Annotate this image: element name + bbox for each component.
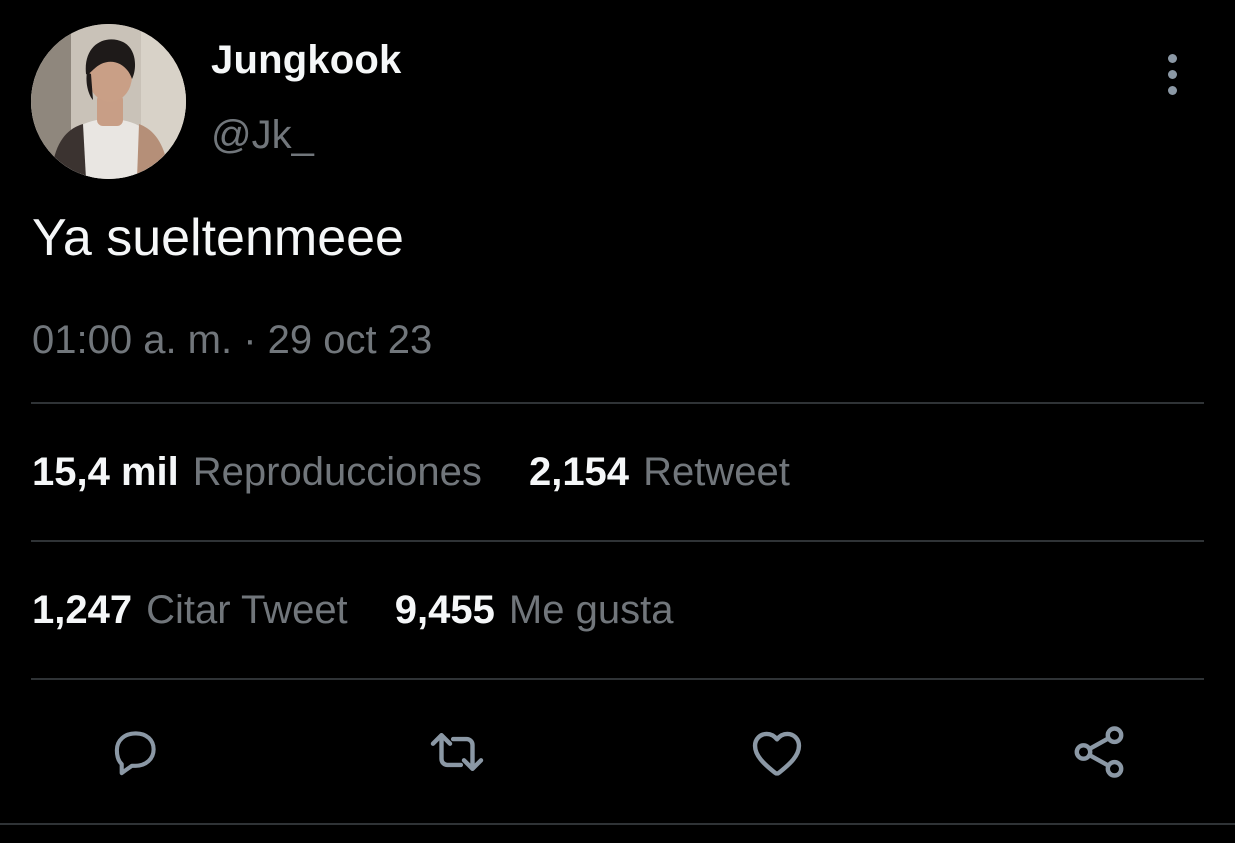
retweets-stat[interactable]: 2,154 Retweet — [529, 450, 790, 495]
share-icon — [1074, 726, 1124, 778]
views-stat[interactable]: 15,4 mil Reproducciones — [32, 450, 482, 495]
user-handle[interactable]: @Jk_ — [211, 113, 314, 158]
avatar[interactable] — [31, 24, 186, 179]
divider — [31, 678, 1204, 680]
retweets-count: 2,154 — [528, 450, 630, 494]
avatar-photo — [31, 24, 186, 179]
likes-label: Me gusta — [508, 588, 674, 632]
display-name[interactable]: Jungkook — [211, 38, 402, 83]
tweet-text: Ya sueltenmeee — [32, 209, 404, 267]
views-count: 15,4 mil — [32, 450, 179, 494]
divider — [0, 823, 1235, 825]
more-dot — [1167, 85, 1177, 95]
divider — [31, 402, 1204, 404]
retweet-icon — [430, 733, 484, 771]
quotes-count: 1,247 — [32, 588, 133, 632]
views-label: Reproducciones — [192, 450, 482, 494]
divider — [31, 540, 1204, 542]
like-icon — [752, 731, 802, 776]
reply-button[interactable] — [103, 720, 167, 784]
retweets-label: Retweet — [643, 450, 790, 494]
share-button[interactable] — [1067, 720, 1131, 784]
stats-row-2: 1,247 Citar Tweet 9,455 Me gusta — [32, 588, 709, 633]
quotes-label: Citar Tweet — [146, 588, 348, 632]
more-dot — [1167, 69, 1177, 79]
stats-row-1: 15,4 mil Reproducciones 2,154 Retweet — [32, 450, 826, 495]
reply-icon — [114, 731, 156, 776]
more-dot — [1167, 53, 1177, 63]
likes-stat[interactable]: 9,455 Me gusta — [395, 588, 674, 633]
likes-count: 9,455 — [394, 588, 495, 632]
like-button[interactable] — [745, 720, 809, 784]
more-options-icon[interactable] — [1150, 52, 1194, 96]
tweet-timestamp[interactable]: 01:00 a. m. · 29 oct 23 — [32, 318, 432, 363]
quotes-stat[interactable]: 1,247 Citar Tweet — [32, 588, 348, 633]
retweet-button[interactable] — [425, 720, 489, 784]
